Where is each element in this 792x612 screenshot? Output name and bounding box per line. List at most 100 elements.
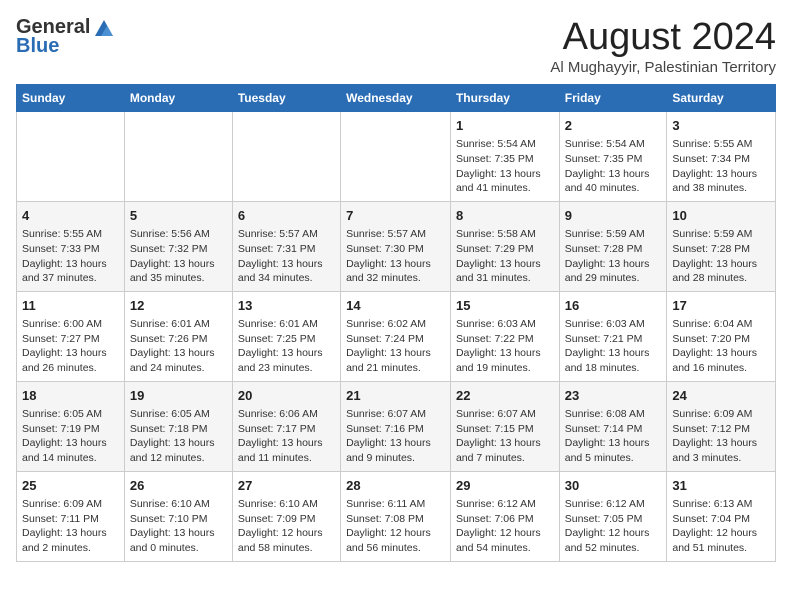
day-info: Sunrise: 6:09 AMSunset: 7:12 PMDaylight:… [672, 407, 770, 466]
day-number: 15 [456, 297, 554, 315]
day-info: Sunrise: 6:01 AMSunset: 7:25 PMDaylight:… [238, 317, 335, 376]
day-cell: 28 Sunrise: 6:11 AMSunset: 7:08 PMDayligh… [341, 471, 451, 561]
day-number: 24 [672, 387, 770, 405]
day-number: 20 [238, 387, 335, 405]
day-cell: 2 Sunrise: 5:54 AMSunset: 7:35 PMDaylight… [559, 112, 667, 202]
day-cell: 3 Sunrise: 5:55 AMSunset: 7:34 PMDaylight… [667, 112, 776, 202]
day-number: 4 [22, 207, 119, 225]
day-cell: 27 Sunrise: 6:10 AMSunset: 7:09 PMDayligh… [232, 471, 340, 561]
day-cell: 9 Sunrise: 5:59 AMSunset: 7:28 PMDaylight… [559, 201, 667, 291]
day-cell: 11 Sunrise: 6:00 AMSunset: 7:27 PMDayligh… [17, 291, 125, 381]
day-cell: 1Sunrise: 5:54 AMSunset: 7:35 PMDaylight… [450, 112, 559, 202]
day-cell: 17 Sunrise: 6:04 AMSunset: 7:20 PMDayligh… [667, 291, 776, 381]
day-cell: 21 Sunrise: 6:07 AMSunset: 7:16 PMDayligh… [341, 381, 451, 471]
day-cell [124, 112, 232, 202]
day-number: 29 [456, 477, 554, 495]
day-number: 10 [672, 207, 770, 225]
day-number: 12 [130, 297, 227, 315]
day-info: Sunrise: 5:54 AMSunset: 7:35 PMDaylight:… [456, 137, 554, 196]
day-number: 26 [130, 477, 227, 495]
day-cell: 20 Sunrise: 6:06 AMSunset: 7:17 PMDayligh… [232, 381, 340, 471]
day-info: Sunrise: 6:12 AMSunset: 7:06 PMDaylight:… [456, 497, 554, 556]
day-cell: 26 Sunrise: 6:10 AMSunset: 7:10 PMDayligh… [124, 471, 232, 561]
header-cell-friday: Friday [559, 85, 667, 112]
day-cell: 12 Sunrise: 6:01 AMSunset: 7:26 PMDayligh… [124, 291, 232, 381]
header-cell-wednesday: Wednesday [341, 85, 451, 112]
day-info: Sunrise: 6:05 AMSunset: 7:19 PMDaylight:… [22, 407, 119, 466]
day-cell: 24 Sunrise: 6:09 AMSunset: 7:12 PMDayligh… [667, 381, 776, 471]
day-cell: 8Sunrise: 5:58 AMSunset: 7:29 PMDaylight… [450, 201, 559, 291]
header-cell-thursday: Thursday [450, 85, 559, 112]
week-row-4: 18 Sunrise: 6:05 AMSunset: 7:19 PMDayligh… [17, 381, 776, 471]
day-info: Sunrise: 5:57 AMSunset: 7:31 PMDaylight:… [238, 227, 335, 286]
week-row-5: 25Sunrise: 6:09 AMSunset: 7:11 PMDayligh… [17, 471, 776, 561]
day-info: Sunrise: 5:59 AMSunset: 7:28 PMDaylight:… [565, 227, 662, 286]
day-info: Sunrise: 6:07 AMSunset: 7:15 PMDaylight:… [456, 407, 554, 466]
day-info: Sunrise: 6:13 AMSunset: 7:04 PMDaylight:… [672, 497, 770, 556]
page-header: General Blue August 2024 Al Mughayyir, P… [16, 16, 776, 76]
week-row-2: 4 Sunrise: 5:55 AMSunset: 7:33 PMDaylight… [17, 201, 776, 291]
day-number: 21 [346, 387, 445, 405]
day-cell [232, 112, 340, 202]
day-cell: 25Sunrise: 6:09 AMSunset: 7:11 PMDayligh… [17, 471, 125, 561]
logo-blue-text: Blue [16, 35, 59, 58]
day-number: 23 [565, 387, 662, 405]
day-info: Sunrise: 5:58 AMSunset: 7:29 PMDaylight:… [456, 227, 554, 286]
day-cell [17, 112, 125, 202]
day-number: 2 [565, 117, 662, 135]
week-row-3: 11 Sunrise: 6:00 AMSunset: 7:27 PMDayligh… [17, 291, 776, 381]
day-cell: 19Sunrise: 6:05 AMSunset: 7:18 PMDayligh… [124, 381, 232, 471]
calendar-table: SundayMondayTuesdayWednesdayThursdayFrid… [16, 84, 776, 562]
day-info: Sunrise: 6:06 AMSunset: 7:17 PMDaylight:… [238, 407, 335, 466]
logo-icon [93, 18, 115, 38]
day-cell: 5 Sunrise: 5:56 AMSunset: 7:32 PMDaylight… [124, 201, 232, 291]
day-info: Sunrise: 6:07 AMSunset: 7:16 PMDaylight:… [346, 407, 445, 466]
day-number: 16 [565, 297, 662, 315]
day-info: Sunrise: 5:54 AMSunset: 7:35 PMDaylight:… [565, 137, 662, 196]
day-number: 22 [456, 387, 554, 405]
day-cell: 14Sunrise: 6:02 AMSunset: 7:24 PMDayligh… [341, 291, 451, 381]
day-cell: 4 Sunrise: 5:55 AMSunset: 7:33 PMDaylight… [17, 201, 125, 291]
day-info: Sunrise: 6:09 AMSunset: 7:11 PMDaylight:… [22, 497, 119, 556]
day-info: Sunrise: 6:04 AMSunset: 7:20 PMDaylight:… [672, 317, 770, 376]
day-info: Sunrise: 5:55 AMSunset: 7:34 PMDaylight:… [672, 137, 770, 196]
day-info: Sunrise: 6:03 AMSunset: 7:22 PMDaylight:… [456, 317, 554, 376]
day-info: Sunrise: 6:12 AMSunset: 7:05 PMDaylight:… [565, 497, 662, 556]
day-info: Sunrise: 6:01 AMSunset: 7:26 PMDaylight:… [130, 317, 227, 376]
day-number: 11 [22, 297, 119, 315]
day-number: 18 [22, 387, 119, 405]
day-info: Sunrise: 5:57 AMSunset: 7:30 PMDaylight:… [346, 227, 445, 286]
day-info: Sunrise: 6:11 AMSunset: 7:08 PMDaylight:… [346, 497, 445, 556]
logo: General Blue [16, 16, 115, 58]
day-info: Sunrise: 6:03 AMSunset: 7:21 PMDaylight:… [565, 317, 662, 376]
day-number: 17 [672, 297, 770, 315]
day-number: 5 [130, 207, 227, 225]
day-number: 14 [346, 297, 445, 315]
header-row: SundayMondayTuesdayWednesdayThursdayFrid… [17, 85, 776, 112]
header-cell-monday: Monday [124, 85, 232, 112]
day-number: 19 [130, 387, 227, 405]
day-number: 3 [672, 117, 770, 135]
day-number: 7 [346, 207, 445, 225]
week-row-1: 1Sunrise: 5:54 AMSunset: 7:35 PMDaylight… [17, 112, 776, 202]
day-cell [341, 112, 451, 202]
day-info: Sunrise: 6:10 AMSunset: 7:10 PMDaylight:… [130, 497, 227, 556]
day-cell: 31Sunrise: 6:13 AMSunset: 7:04 PMDayligh… [667, 471, 776, 561]
day-cell: 29 Sunrise: 6:12 AMSunset: 7:06 PMDayligh… [450, 471, 559, 561]
header-cell-saturday: Saturday [667, 85, 776, 112]
calendar-header: SundayMondayTuesdayWednesdayThursdayFrid… [17, 85, 776, 112]
day-info: Sunrise: 5:55 AMSunset: 7:33 PMDaylight:… [22, 227, 119, 286]
day-number: 13 [238, 297, 335, 315]
header-cell-tuesday: Tuesday [232, 85, 340, 112]
day-info: Sunrise: 6:08 AMSunset: 7:14 PMDaylight:… [565, 407, 662, 466]
day-number: 28 [346, 477, 445, 495]
header-cell-sunday: Sunday [17, 85, 125, 112]
day-info: Sunrise: 5:56 AMSunset: 7:32 PMDaylight:… [130, 227, 227, 286]
day-cell: 22 Sunrise: 6:07 AMSunset: 7:15 PMDayligh… [450, 381, 559, 471]
day-number: 9 [565, 207, 662, 225]
day-cell: 18 Sunrise: 6:05 AMSunset: 7:19 PMDayligh… [17, 381, 125, 471]
day-number: 27 [238, 477, 335, 495]
calendar-subtitle: Al Mughayyir, Palestinian Territory [550, 59, 776, 76]
day-info: Sunrise: 6:00 AMSunset: 7:27 PMDaylight:… [22, 317, 119, 376]
day-info: Sunrise: 6:10 AMSunset: 7:09 PMDaylight:… [238, 497, 335, 556]
